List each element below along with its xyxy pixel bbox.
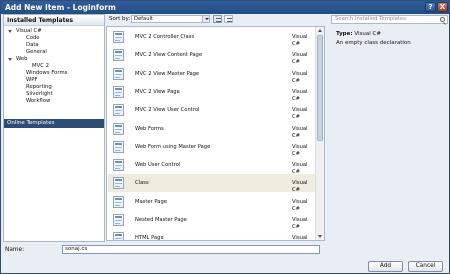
template-row[interactable]: MVC 2 View Page Visual C# <box>108 83 316 102</box>
template-name: MVC 2 Controller Class <box>135 34 195 40</box>
template-description: An empty class declaration <box>336 40 411 46</box>
expand-triangle-icon[interactable] <box>8 30 12 33</box>
template-name: Web User Control <box>135 162 181 169</box>
tree-item[interactable]: WPF <box>26 77 37 84</box>
template-name: MVC 2 View Page <box>135 88 180 95</box>
template-row[interactable]: MVC 2 View Content Page Visual C# <box>108 46 316 65</box>
scroll-up-icon[interactable] <box>317 28 323 34</box>
template-file-icon <box>113 159 124 172</box>
template-row[interactable]: MVC 2 View Master Page Visual C# <box>108 65 316 84</box>
template-row[interactable]: Master Page Visual C# <box>108 193 316 212</box>
tree-item-label: Windows Forms <box>26 70 68 76</box>
template-row[interactable]: Web User Control Visual C# <box>108 156 316 175</box>
template-row[interactable]: Web Form using Master Page Visual C# <box>108 138 316 157</box>
template-name: Master Page <box>135 198 167 205</box>
template-file-icon <box>113 104 124 117</box>
chevron-down-icon[interactable] <box>202 16 209 22</box>
tree-item[interactable]: Data <box>26 42 39 49</box>
template-details-panel: Search Installed Templates Type: Visual … <box>331 14 449 242</box>
template-row[interactable]: HTML Page Visual C# <box>108 229 316 241</box>
name-label: Name: <box>5 247 25 253</box>
online-templates-header[interactable]: Online Templates <box>4 119 104 128</box>
title-bar: Add New Item - Loginform ? X <box>1 1 449 14</box>
template-categories-panel: Installed Templates Visual C# Code Data Gen… <box>3 14 105 242</box>
template-row[interactable]: Web Forms Visual C# <box>108 120 316 139</box>
details-view-icon <box>226 17 232 22</box>
large-icons-view-button[interactable] <box>224 15 233 23</box>
tree-item-label: WPF <box>26 77 38 83</box>
add-new-item-dialog: Add New Item - Loginform ? X Installed T… <box>0 0 450 274</box>
search-icon[interactable] <box>440 17 445 22</box>
tree-item[interactable]: Code <box>26 35 40 42</box>
tree-item-label: Code <box>26 35 40 41</box>
template-name: MVC 2 View User Control <box>135 107 200 114</box>
installed-templates-header[interactable]: Installed Templates <box>4 15 104 26</box>
template-list: MVC 2 Controller Class Visual C# MVC 2 Vie… <box>106 26 325 241</box>
template-file-icon <box>113 232 124 240</box>
type-value: Visual C# <box>354 31 381 37</box>
template-file-icon <box>113 85 124 98</box>
tree-item-label: Web <box>16 56 28 62</box>
close-icon[interactable]: X <box>437 2 448 12</box>
template-file-icon <box>113 122 124 135</box>
template-row[interactable]: MVC 2 View User Control Visual C# <box>108 101 316 120</box>
template-file-icon <box>113 177 124 190</box>
vertical-scrollbar[interactable] <box>315 27 324 240</box>
template-file-icon <box>113 140 124 153</box>
template-row[interactable]: Class Visual C# <box>108 174 316 193</box>
add-button[interactable]: Add <box>368 261 403 272</box>
sort-by-label: Sort by: <box>109 16 131 22</box>
tree-item[interactable]: Web <box>8 56 28 63</box>
tree-item-label: Visual C# <box>16 28 42 34</box>
tree-item-label: Data <box>26 42 39 48</box>
template-file-icon <box>113 195 124 208</box>
template-row[interactable]: Nested Master Page Visual C# <box>108 211 316 230</box>
template-name: Nested Master Page <box>135 217 187 223</box>
template-list-panel: Sort by: Default MVC 2 Controller Class V… <box>106 14 326 242</box>
search-input[interactable]: Search Installed Templates <box>331 15 448 24</box>
tree-item[interactable]: Workflow <box>26 98 50 105</box>
tree-item[interactable]: Visual C# <box>8 28 42 35</box>
search-placeholder: Search Installed Templates <box>335 16 407 22</box>
list-toolbar: Sort by: Default <box>106 14 326 25</box>
template-name: Web Form using Master Page <box>135 143 211 150</box>
medium-icons-view-button[interactable] <box>213 15 222 23</box>
template-language: Visual C# <box>292 235 308 241</box>
template-name: MVC 2 View Master Page <box>135 70 200 77</box>
template-name: HTML Page <box>135 235 164 241</box>
tree-item[interactable]: Reporting <box>26 84 52 91</box>
template-name: Web Forms <box>135 125 164 132</box>
template-name: MVC 2 View Content Page <box>135 52 203 59</box>
tree-item[interactable]: Silverlight <box>26 91 53 98</box>
tree-item-label: General <box>26 49 47 55</box>
template-file-icon <box>113 31 124 43</box>
dialog-footer: Name: sonaj.cs Add Cancel <box>1 242 449 274</box>
scroll-down-icon[interactable] <box>317 233 323 239</box>
tree-item[interactable]: General <box>26 49 47 56</box>
tree-item-label: Silverlight <box>26 91 53 97</box>
expand-triangle-icon[interactable] <box>8 58 12 61</box>
list-view-icon <box>215 17 221 22</box>
template-name: Class <box>135 180 149 187</box>
template-file-icon <box>113 214 124 226</box>
template-row[interactable]: MVC 2 Controller Class Visual C# <box>108 28 316 47</box>
tree-item-label: MVC 2 <box>32 63 49 69</box>
sort-by-select[interactable]: Default <box>131 15 210 23</box>
template-file-icon <box>113 49 124 62</box>
type-label: Type: <box>336 31 353 37</box>
template-file-icon <box>113 67 124 80</box>
tree-item[interactable]: MVC 2 <box>32 63 49 70</box>
cancel-button[interactable]: Cancel <box>408 261 443 272</box>
help-icon[interactable]: ? <box>425 2 436 12</box>
tree-item-label: Reporting <box>26 84 52 90</box>
scroll-thumb[interactable] <box>317 35 323 141</box>
sort-by-value: Default <box>134 16 153 22</box>
tree-item-label: Workflow <box>26 98 51 104</box>
window-title: Add New Item - Loginform <box>5 3 116 12</box>
name-field[interactable]: sonaj.cs <box>62 245 320 254</box>
tree-item[interactable]: Windows Forms <box>26 70 67 77</box>
template-type: Type: Visual C# <box>336 31 381 38</box>
